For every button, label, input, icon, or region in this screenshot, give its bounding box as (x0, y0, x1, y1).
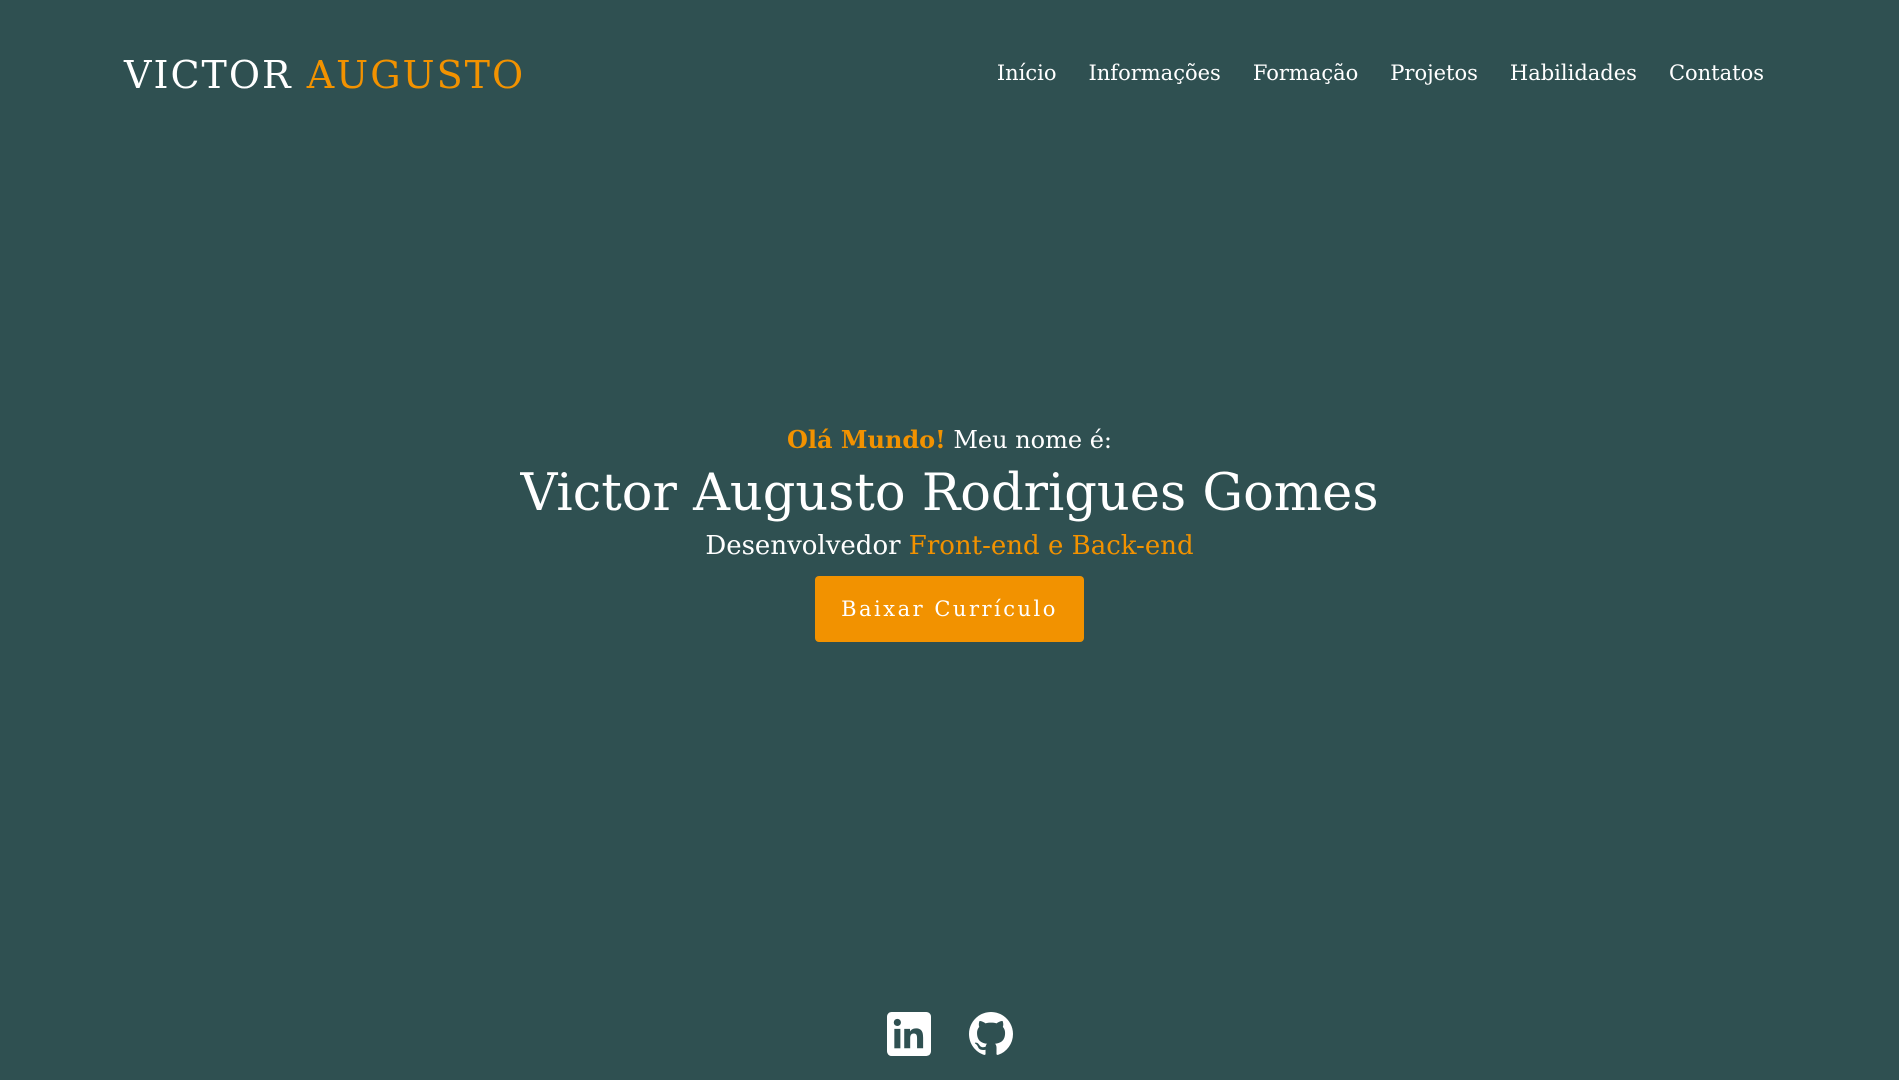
social-links (0, 1012, 1899, 1056)
linkedin-icon (886, 1012, 931, 1056)
nav-link-habilidades[interactable]: Habilidades (1510, 58, 1637, 88)
hero-role: Desenvolvedor Front-end e Back-end (0, 528, 1899, 564)
linkedin-link[interactable] (886, 1012, 931, 1056)
download-cv-button[interactable]: Baixar Currículo (815, 576, 1084, 642)
nav-link-contatos[interactable]: Contatos (1669, 58, 1764, 88)
site-header: VICTOR AUGUSTO Início Informações Formaç… (0, 0, 1899, 150)
hero-section: Olá Mundo! Meu nome é: Victor Augusto Ro… (0, 422, 1899, 642)
logo-second-word: AUGUSTO (306, 53, 526, 97)
nav-link-projetos[interactable]: Projetos (1390, 58, 1478, 88)
role-prefix: Desenvolvedor (705, 531, 909, 561)
github-icon (968, 1012, 1013, 1055)
hero-greeting: Olá Mundo! Meu nome é: (0, 422, 1899, 458)
greeting-rest: Meu nome é: (945, 426, 1112, 454)
greeting-highlight: Olá Mundo! (787, 425, 946, 454)
nav-link-inicio[interactable]: Início (997, 58, 1057, 88)
nav-link-formacao[interactable]: Formação (1253, 58, 1358, 88)
logo-first-word: VICTOR (124, 53, 293, 97)
github-link[interactable] (968, 1012, 1013, 1056)
nav-link-informacoes[interactable]: Informações (1088, 58, 1220, 88)
hero-name: Victor Augusto Rodrigues Gomes (520, 464, 1379, 523)
main-nav: Início Informações Formação Projetos Hab… (997, 58, 1764, 88)
site-logo[interactable]: VICTOR AUGUSTO (124, 52, 525, 98)
role-highlight: Front-end e Back-end (908, 531, 1194, 561)
